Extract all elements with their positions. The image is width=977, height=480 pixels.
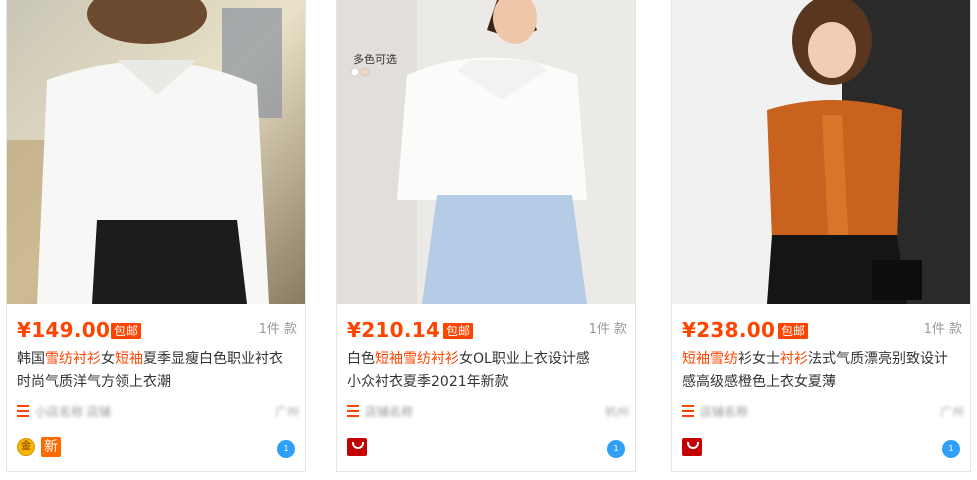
sales-count: 1件 款 xyxy=(923,322,962,337)
shop-icon xyxy=(682,405,694,417)
product-price: ¥210.14 xyxy=(347,318,441,342)
chat-icon[interactable] xyxy=(277,440,295,458)
product-price: ¥149.00 xyxy=(17,318,111,342)
sales-count: 1件 款 xyxy=(258,322,297,337)
product-image[interactable]: 多色可选 xyxy=(337,0,635,304)
gold-medal-icon: 金 xyxy=(17,438,35,456)
product-card[interactable]: ¥149.00 包邮 1件 款 韩国雪纺衬衫女短袖夏季显瘦白色职业衬衣 时尚气质洋… xyxy=(6,0,306,472)
product-title[interactable]: 韩国雪纺衬衫女短袖夏季显瘦白色职业衬衣 时尚气质洋气方领上衣潮 xyxy=(17,348,299,394)
free-shipping-tag: 包邮 xyxy=(111,323,142,339)
product-card[interactable]: 多色可选 ¥210.14 包邮 1件 款 白色短袖雪纺衬衫女OL职业上衣设计感小… xyxy=(336,0,636,472)
product-card[interactable]: ¥238.00 包邮 1件 款 短袖雪纺衫女士衬衫法式气质漂亮别致设计 感高级感橙… xyxy=(671,0,971,472)
shop-location: 广州 xyxy=(274,405,299,419)
tmall-icon xyxy=(347,438,367,456)
product-image[interactable] xyxy=(7,0,305,304)
image-overlay-text: 多色可选 xyxy=(353,52,397,66)
product-image[interactable] xyxy=(672,0,970,304)
product-title[interactable]: 白色短袖雪纺衬衫女OL职业上衣设计感 小众衬衣夏季2021年新款 xyxy=(347,348,629,394)
shop-name[interactable]: 店铺名称 xyxy=(365,403,413,420)
tmall-icon xyxy=(682,438,702,456)
sales-count: 1件 款 xyxy=(588,322,627,337)
chat-icon[interactable] xyxy=(942,440,960,458)
shop-icon xyxy=(347,405,359,417)
product-title[interactable]: 短袖雪纺衫女士衬衫法式气质漂亮别致设计 感高级感橙色上衣女夏薄 xyxy=(682,348,964,394)
chat-icon[interactable] xyxy=(607,440,625,458)
free-shipping-tag: 包邮 xyxy=(778,323,809,339)
free-shipping-tag: 包邮 xyxy=(443,323,474,339)
shop-name[interactable]: 店铺名称 xyxy=(700,403,748,420)
product-price: ¥238.00 xyxy=(682,318,776,342)
shop-icon xyxy=(17,405,29,417)
shop-name[interactable]: 小店名称 店铺 xyxy=(35,403,111,420)
shop-location: 广州 xyxy=(939,405,964,419)
new-badge: 新 xyxy=(41,437,61,457)
shop-location: 杭州 xyxy=(604,405,629,419)
